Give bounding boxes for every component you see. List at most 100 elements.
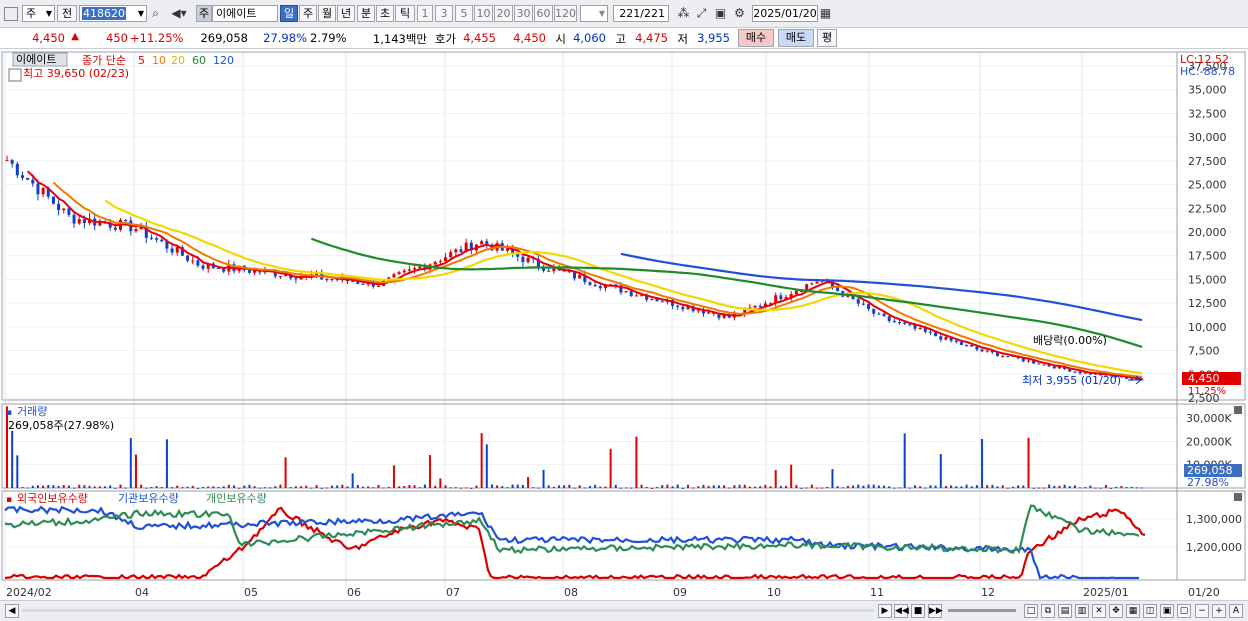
candle-body: [57, 203, 61, 211]
min-note: 최저 3,955 (01/20): [1022, 374, 1121, 387]
volume-bar: [785, 485, 788, 488]
tab-week[interactable]: 주: [299, 5, 317, 22]
scroll-left-icon[interactable]: ◀: [5, 604, 19, 618]
interval-1[interactable]: 1: [417, 5, 433, 22]
interval-30[interactable]: 30: [514, 5, 533, 22]
holding-lines: [4, 504, 1146, 580]
tab-second[interactable]: 초: [376, 5, 394, 22]
date-input[interactable]: 2025/01/20: [752, 5, 818, 22]
sell-button[interactable]: 매도: [778, 29, 814, 47]
high-value: 4,475: [635, 31, 668, 45]
market-select[interactable]: 주 ▼: [22, 5, 55, 22]
volume-bar: [67, 485, 70, 488]
code-input[interactable]: 418620 ▼: [79, 5, 147, 22]
save-icon[interactable]: ▣: [713, 6, 728, 21]
search-icon[interactable]: ⌕: [148, 6, 163, 21]
font-size-icon[interactable]: A: [1229, 604, 1243, 618]
volume-bar: [650, 487, 653, 489]
close-icon[interactable]: [1234, 406, 1242, 414]
candle-body: [939, 336, 943, 340]
prev-button[interactable]: 전: [57, 5, 77, 22]
window-icon[interactable]: ◫: [1143, 604, 1157, 618]
chevron-down-icon: ▼: [137, 9, 144, 18]
candle-body: [959, 341, 963, 345]
volume-bar: [836, 486, 839, 488]
count-field[interactable]: 221/221: [613, 5, 669, 22]
speaker-icon[interactable]: ◀▾: [166, 6, 192, 21]
volume-bar: [181, 487, 184, 489]
tab-minute[interactable]: 분: [357, 5, 375, 22]
volume-bar: [165, 439, 168, 488]
volume-bar: [1084, 487, 1087, 489]
volume-bar: [1120, 485, 1123, 488]
volume-bar: [883, 485, 886, 488]
volume-bar: [955, 486, 958, 488]
close-icon[interactable]: [1234, 493, 1242, 501]
volume-bar: [145, 487, 148, 489]
eval-button[interactable]: 평: [817, 29, 837, 47]
interval-3[interactable]: 3: [435, 5, 453, 22]
layout-icon[interactable]: [4, 7, 18, 21]
zoom-slider[interactable]: [948, 609, 1016, 612]
volume-bar: [692, 487, 695, 489]
stock-name-field[interactable]: 이에이트: [212, 5, 278, 22]
volume-bar: [176, 485, 179, 488]
scrollbar-track[interactable]: [22, 609, 874, 612]
code-value: 418620: [82, 7, 126, 20]
tab-day[interactable]: 일: [280, 5, 298, 22]
interval-120[interactable]: 120: [554, 5, 577, 22]
volume-bar: [981, 439, 984, 488]
pan-icon[interactable]: ✥: [1109, 604, 1123, 618]
window-icon[interactable]: ▢: [1177, 604, 1191, 618]
ma-120-label: 120: [213, 54, 234, 67]
gear-icon[interactable]: ⚙: [732, 6, 747, 21]
chart-grid: [4, 52, 1177, 588]
y-tick-label: 15,000: [1188, 273, 1227, 286]
low-label: 저: [677, 32, 688, 46]
tab-tick[interactable]: 틱: [395, 5, 415, 22]
zoom-out-icon[interactable]: −: [1195, 604, 1209, 618]
volume-bar: [625, 487, 628, 489]
window-icon[interactable]: ⧉: [1041, 604, 1055, 618]
buy-button[interactable]: 매수: [738, 29, 774, 47]
candle-body: [351, 281, 355, 283]
zoom-in-icon[interactable]: +: [1212, 604, 1226, 618]
stop-icon[interactable]: ■: [911, 604, 925, 618]
window-icon[interactable]: ▦: [1126, 604, 1140, 618]
save-icon[interactable]: ▣: [1160, 604, 1174, 618]
link-icon[interactable]: ⁂: [676, 6, 691, 21]
x-tick-label: 06: [347, 586, 361, 599]
volume-bar: [635, 436, 638, 488]
volume-bar: [542, 469, 545, 488]
volume-bar: [676, 484, 679, 488]
calendar-icon[interactable]: ▦: [818, 6, 833, 21]
volume-bar: [872, 484, 875, 488]
interval-dropdown[interactable]: ▼: [580, 5, 608, 22]
tab-month[interactable]: 월: [318, 5, 336, 22]
tab-year[interactable]: 년: [337, 5, 355, 22]
calendar-icon[interactable]: [8, 68, 22, 82]
ma-label: 종가 단순: [82, 54, 126, 67]
interval-20[interactable]: 20: [494, 5, 513, 22]
candle-body: [175, 247, 179, 253]
interval-60[interactable]: 60: [534, 5, 553, 22]
crosshair-icon[interactable]: ✕: [1092, 604, 1106, 618]
window-icon[interactable]: □: [1024, 604, 1038, 618]
volume-bar: [578, 485, 581, 488]
count-total: /221: [640, 7, 665, 20]
volume-bar: [748, 486, 751, 488]
candle-body: [5, 160, 9, 162]
volume-bar: [1027, 437, 1030, 488]
volume-bar: [516, 484, 519, 488]
volume-bar: [707, 485, 710, 488]
draw-tool-icon[interactable]: ⤢: [694, 6, 709, 21]
interval-5[interactable]: 5: [455, 5, 473, 22]
interval-10[interactable]: 10: [474, 5, 493, 22]
scroll-right-icon[interactable]: ▶: [878, 604, 892, 618]
candle-body: [444, 257, 448, 262]
window-icon[interactable]: ▤: [1058, 604, 1072, 618]
window-icon[interactable]: ▥: [1075, 604, 1089, 618]
fast-forward-icon[interactable]: ▶▶: [928, 604, 943, 618]
volume-bar: [877, 485, 880, 488]
rewind-icon[interactable]: ◀◀: [894, 604, 909, 618]
